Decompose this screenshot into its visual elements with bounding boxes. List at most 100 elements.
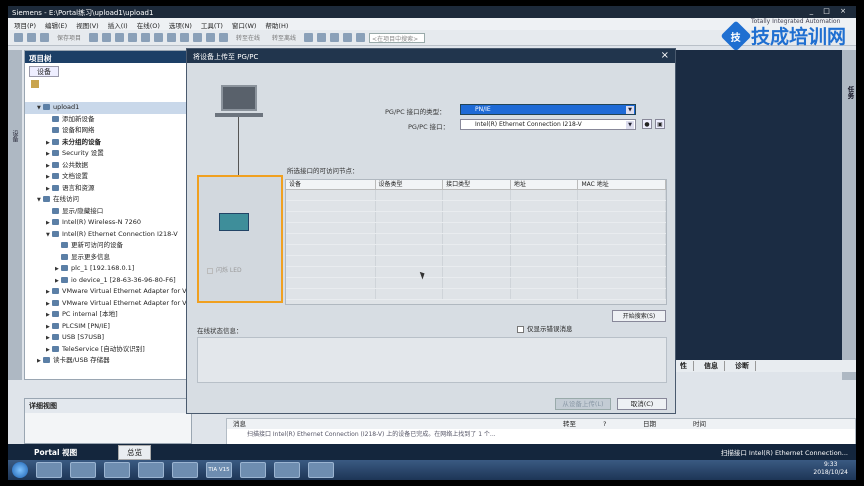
tab-diagnostics[interactable]: 诊断 <box>735 361 756 371</box>
col-interface-type[interactable]: 接口类型 <box>443 180 511 189</box>
table-row[interactable] <box>286 212 666 223</box>
menu-window[interactable]: 窗口(W) <box>232 20 257 30</box>
col-device[interactable]: 设备 <box>286 180 376 189</box>
menu-tools[interactable]: 工具(T) <box>201 20 223 30</box>
tree-item[interactable]: ▶ plc_1 [192.168.0.1] <box>25 263 191 275</box>
properties-icon[interactable]: ▣ <box>655 119 665 129</box>
open-project-icon[interactable] <box>27 33 36 42</box>
menu-insert[interactable]: 插入(I) <box>108 20 128 30</box>
new-project-icon[interactable] <box>14 33 23 42</box>
user-taskbar-icon[interactable] <box>172 462 198 478</box>
print-icon[interactable] <box>89 33 99 42</box>
col-date[interactable]: 日期 <box>637 419 687 429</box>
iface-select[interactable]: Intel(R) Ethernet Connection I218-V ▼ <box>460 119 636 130</box>
table-row[interactable] <box>286 256 666 267</box>
tab-properties[interactable]: 性 <box>680 361 694 371</box>
explorer-taskbar-icon[interactable] <box>36 462 62 478</box>
compile-icon[interactable] <box>180 33 190 42</box>
tree-item[interactable]: ▶ 读卡器/USB 存储器 <box>25 355 191 367</box>
menu-edit[interactable]: 编辑(E) <box>45 20 67 30</box>
tree-item[interactable]: ▶ Intel(R) Wireless-N 7260 <box>25 217 191 229</box>
accessible-devices-icon[interactable] <box>304 33 314 42</box>
tree-item[interactable]: ▶ PC internal [本地] <box>25 309 191 321</box>
col-goto[interactable]: 转至 <box>557 419 597 429</box>
tree-item[interactable]: ▶ VMware Virtual Ethernet Adapter for V <box>25 298 191 310</box>
split-horizontal-icon[interactable] <box>343 33 353 42</box>
go-offline-button[interactable]: 转至离线 <box>272 33 296 42</box>
menu-online[interactable]: 在线(O) <box>137 20 160 30</box>
tree-item[interactable]: ▶ io device_1 [28-63-36-96-80-F6] <box>25 275 191 287</box>
overview-tab[interactable]: 总览 <box>118 444 151 460</box>
menu-options[interactable]: 选项(N) <box>169 20 192 30</box>
col-address[interactable]: 地址 <box>511 180 579 189</box>
menu-view[interactable]: 视图(V) <box>76 20 99 30</box>
errors-only-checkbox[interactable]: 仅显示错误消息 <box>517 323 573 333</box>
tree-toolbar-icon[interactable] <box>31 80 39 88</box>
detail-view-header[interactable]: 详细视图 <box>25 399 191 413</box>
portal-view-button[interactable]: Portal 视图 <box>8 447 118 458</box>
window-controls[interactable]: _ □ × <box>810 7 850 15</box>
cancel-button[interactable]: 取消(C) <box>617 398 667 410</box>
tree-item[interactable]: ▶ TeleService [自动协议识别] <box>25 344 191 356</box>
iface-type-select[interactable]: PN/IE ▼ <box>460 104 636 115</box>
upload-from-device-button[interactable]: 从设备上传(L) <box>555 398 611 410</box>
tree-item[interactable]: 显示更多信息 <box>25 252 191 264</box>
delete-icon[interactable] <box>141 33 151 42</box>
save-icon[interactable] <box>40 33 49 42</box>
browser-taskbar-icon[interactable] <box>70 462 96 478</box>
col-message[interactable]: 消息 <box>227 419 557 429</box>
table-row[interactable] <box>286 223 666 234</box>
tree-item[interactable]: ▶ 公共数据 <box>25 160 191 172</box>
taskbar-clock[interactable]: 9:33 2018/10/24 <box>813 461 848 477</box>
cut-icon[interactable] <box>102 33 112 42</box>
media-taskbar-icon[interactable] <box>138 462 164 478</box>
paste-icon[interactable] <box>128 33 138 42</box>
start-search-button[interactable]: 开始搜索(S) <box>612 310 666 322</box>
table-row[interactable] <box>286 245 666 256</box>
col-help[interactable]: ? <box>597 419 637 429</box>
undo-icon[interactable] <box>154 33 164 42</box>
table-row[interactable] <box>286 190 666 201</box>
tia-portal-taskbar-button[interactable]: TIA V15 <box>206 462 232 478</box>
save-project-button[interactable]: 保存项目 <box>57 33 81 42</box>
tab-devices[interactable]: 设备 <box>29 66 59 77</box>
project-search-input[interactable]: <在项目中搜索> <box>369 32 426 43</box>
col-mac-address[interactable]: MAC 地址 <box>578 180 666 189</box>
table-row[interactable] <box>286 278 666 289</box>
tree-item[interactable]: ▶ USB [S7USB] <box>25 332 191 344</box>
go-online-button[interactable]: 转至在线 <box>236 33 260 42</box>
message-row[interactable]: 扫描接口 Intel(R) Ethernet Connection (I218-… <box>227 429 855 441</box>
table-row[interactable] <box>286 267 666 278</box>
menu-help[interactable]: 帮助(H) <box>265 20 288 30</box>
tab-info[interactable]: 信息 <box>704 361 725 371</box>
tree-item[interactable]: ▶ 文档设置 <box>25 171 191 183</box>
tree-item[interactable]: ▶ VMware Virtual Ethernet Adapter for V <box>25 286 191 298</box>
tree-item[interactable]: ▼ upload1 <box>25 102 191 114</box>
table-row[interactable] <box>286 289 666 300</box>
tree-item[interactable]: 更新可访问的设备 <box>25 240 191 252</box>
tree-item[interactable]: ▶ PLCSIM [PN/IE] <box>25 321 191 333</box>
left-side-strip[interactable]: 设备 <box>8 50 22 380</box>
col-time[interactable]: 时间 <box>687 419 737 429</box>
copy-icon[interactable] <box>115 33 125 42</box>
stop-cpu-icon[interactable] <box>330 33 340 42</box>
tree-item[interactable]: 设备和网络 <box>25 125 191 137</box>
network-taskbar-icon[interactable] <box>308 462 334 478</box>
tree-item[interactable]: ▶ 语言和资源 <box>25 183 191 195</box>
col-device-type[interactable]: 设备类型 <box>376 180 444 189</box>
dialog-close-button[interactable]: × <box>661 50 669 61</box>
tree-item[interactable]: ▶ 未分组的设备 <box>25 137 191 149</box>
simulate-icon[interactable] <box>219 33 229 42</box>
tree-item[interactable]: 显示/隐藏接口 <box>25 206 191 218</box>
table-row[interactable] <box>286 234 666 245</box>
right-task-strip[interactable]: 任务 <box>842 50 856 380</box>
connect-icon[interactable]: ● <box>642 119 652 129</box>
start-cpu-icon[interactable] <box>317 33 327 42</box>
folder-taskbar-icon[interactable] <box>104 462 130 478</box>
table-row[interactable] <box>286 201 666 212</box>
start-button-icon[interactable] <box>12 462 28 478</box>
menu-project[interactable]: 项目(P) <box>14 20 36 30</box>
download-icon[interactable] <box>193 33 203 42</box>
tree-item[interactable]: 添加新设备 <box>25 114 191 126</box>
split-vertical-icon[interactable] <box>356 33 366 42</box>
